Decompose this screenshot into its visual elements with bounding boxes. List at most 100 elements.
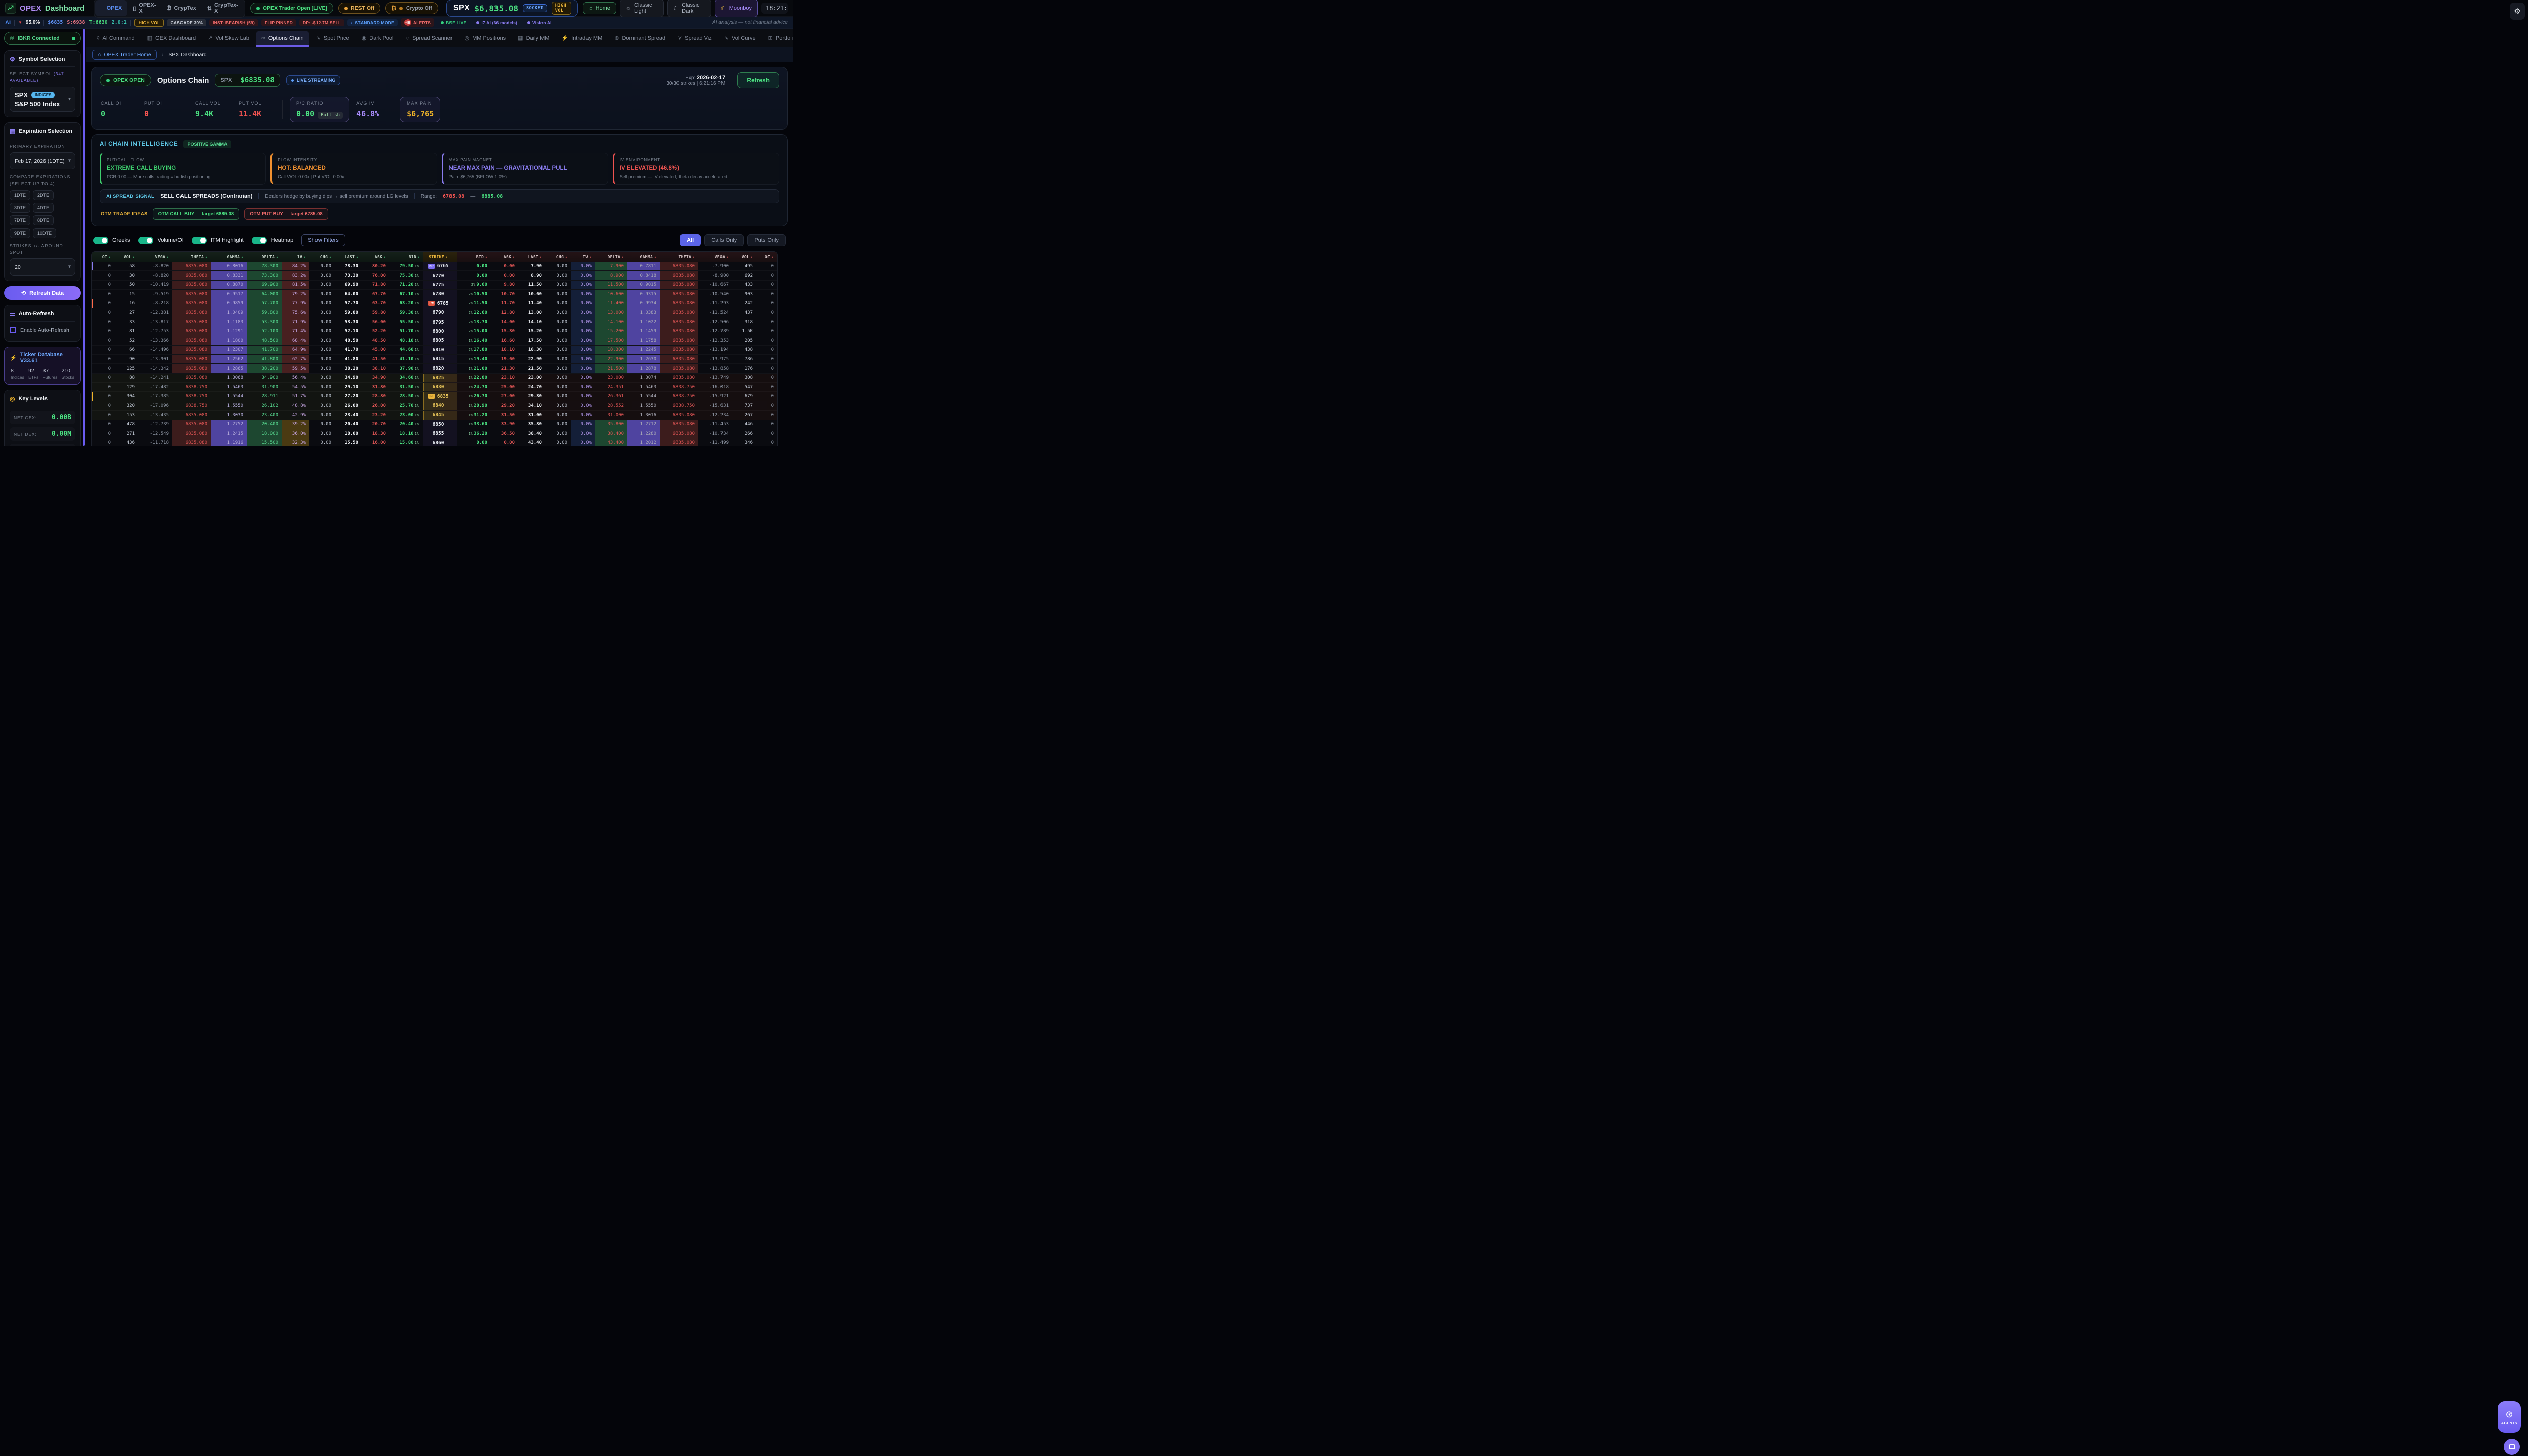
- tab-dominant-spread[interactable]: ⊚Dominant Spread: [609, 30, 671, 47]
- col-header-strike[interactable]: STRIKE▴: [423, 252, 457, 262]
- breadcrumb-home[interactable]: ⌂ OPEX Trader Home: [92, 50, 157, 60]
- rest-toggle[interactable]: REST Off: [338, 3, 380, 14]
- product-tab-cryptex-x[interactable]: ⇅CrypTex-X: [202, 0, 244, 16]
- col-header-call-chg[interactable]: CHG▴: [309, 252, 335, 262]
- strikes-select[interactable]: 20 ▾: [10, 258, 75, 276]
- otm-idea-otm-call-buy[interactable]: OTM CALL BUY — target 6885.08: [153, 208, 240, 220]
- table-row[interactable]: 027-12.3816835.0801.040959.80075.6%0.005…: [92, 308, 777, 317]
- dte-chip-9dte[interactable]: 9DTE: [10, 228, 30, 238]
- col-header-call-theta[interactable]: THETA▴: [172, 252, 211, 262]
- col-header-call-ask[interactable]: ASK▴: [362, 252, 389, 262]
- toggle-switch[interactable]: [252, 237, 267, 244]
- col-header-call-bid[interactable]: BID▴: [389, 252, 423, 262]
- tab-vol-skew-lab[interactable]: ↗Vol Skew Lab: [202, 30, 255, 47]
- col-header-put-theta[interactable]: THETA▴: [660, 252, 698, 262]
- table-row[interactable]: 066-14.4966835.0801.230741.70064.9%0.004…: [92, 346, 777, 355]
- table-row[interactable]: 081-12.7536835.0801.129152.10071.4%0.005…: [92, 327, 777, 336]
- table-row[interactable]: 0304-17.3856838.7501.554428.91151.7%0.00…: [92, 392, 777, 401]
- tab-gex-dashboard[interactable]: ▥GEX Dashboard: [142, 30, 202, 47]
- symbol-select[interactable]: SPX INDICES S&P 500 Index ▾: [10, 87, 75, 112]
- table-row[interactable]: 0436-11.7186835.0801.191615.50032.3%0.00…: [92, 438, 777, 446]
- chat-floating-button[interactable]: [2504, 1439, 2520, 1455]
- tab-vol-curve[interactable]: ∿Vol Curve: [718, 30, 761, 47]
- product-tab-cryptex[interactable]: ₿CrypTex: [162, 0, 202, 16]
- tab-dark-pool[interactable]: ◉Dark Pool: [356, 30, 399, 47]
- view-button-puts-only[interactable]: Puts Only: [747, 234, 786, 246]
- tab-daily-mm[interactable]: ▦Daily MM: [512, 30, 555, 47]
- col-header-call-gamma[interactable]: GAMMA▴: [211, 252, 247, 262]
- table-row[interactable]: 015-9.5196835.0800.951764.00079.2%0.0064…: [92, 290, 777, 299]
- table-row[interactable]: 088-14.2416835.0801.306834.90056.4%0.003…: [92, 374, 777, 383]
- view-button-calls-only[interactable]: Calls Only: [704, 234, 744, 246]
- table-row[interactable]: 0271-12.5496835.0801.241518.00036.0%0.00…: [92, 429, 777, 438]
- table-row[interactable]: 0129-17.4826838.7501.546331.90054.5%0.00…: [92, 383, 777, 392]
- primary-expiration-select[interactable]: Feb 17, 2026 (1DTE) ▾: [10, 152, 75, 169]
- toggle-switch[interactable]: [93, 237, 108, 244]
- view-button-all[interactable]: All: [680, 234, 701, 246]
- agents-floating-button[interactable]: ⊛ AGENTS: [2498, 1401, 2521, 1433]
- col-header-put-bid[interactable]: BID▴: [457, 252, 491, 262]
- col-header-put-ask[interactable]: ASK▴: [491, 252, 518, 262]
- table-row[interactable]: 0320-17.0966838.7501.555026.10248.8%0.00…: [92, 401, 777, 411]
- crypto-toggle[interactable]: ₿ Crypto Off: [385, 2, 438, 14]
- table-row[interactable]: 030-8.8206835.0800.833173.30083.2%0.0073…: [92, 271, 777, 280]
- theme-button-classic-light[interactable]: ☼Classic Light: [620, 0, 664, 17]
- theme-button-moonboy[interactable]: ☾Moonboy: [715, 0, 758, 17]
- tab-spot-price[interactable]: ∿Spot Price: [310, 30, 355, 47]
- col-header-put-chg[interactable]: CHG▴: [546, 252, 571, 262]
- tab-spread-scanner[interactable]: ◌Spread Scanner: [400, 31, 458, 47]
- tab-spread-viz[interactable]: ⋎Spread Viz: [672, 30, 717, 47]
- toggle-switch[interactable]: [138, 237, 153, 244]
- otm-idea-otm-put-buy-[interactable]: OTM PUT BUY — target 6785.08: [244, 208, 328, 220]
- table-row[interactable]: 0125-14.3426835.0801.286538.20059.5%0.00…: [92, 364, 777, 373]
- dte-chip-10dte[interactable]: 10DTE: [33, 228, 56, 238]
- col-header-put-vega[interactable]: VEGA▴: [698, 252, 732, 262]
- col-header-put-vol[interactable]: VOL▴: [732, 252, 756, 262]
- show-filters-button[interactable]: Show Filters: [301, 234, 345, 246]
- table-row[interactable]: 052-13.3666835.0801.180048.50068.4%0.004…: [92, 336, 777, 345]
- toggle-heatmap[interactable]: Heatmap: [252, 237, 294, 244]
- tab-options-chain[interactable]: ∞Options Chain: [256, 31, 309, 47]
- table-row[interactable]: 050-10.4196835.0800.887069.90081.5%0.006…: [92, 281, 777, 290]
- product-tab-opex[interactable]: ≡OPEX: [95, 0, 127, 16]
- dte-chip-1dte[interactable]: 1DTE: [10, 190, 30, 200]
- tab-intraday-mm[interactable]: ⚡Intraday MM: [556, 30, 608, 47]
- theme-button-classic-dark[interactable]: ☾Classic Dark: [667, 0, 711, 17]
- refresh-button[interactable]: Refresh: [737, 72, 779, 88]
- dte-chip-4dte[interactable]: 4DTE: [33, 203, 54, 213]
- refresh-data-button[interactable]: ⟲ Refresh Data: [4, 286, 81, 300]
- col-header-put-oi[interactable]: OI▴: [756, 252, 777, 262]
- table-row[interactable]: 090-13.9016835.0801.256241.80062.7%0.004…: [92, 355, 777, 364]
- col-header-put-gamma[interactable]: GAMMA▴: [627, 252, 660, 262]
- tab-mm-positions[interactable]: ◎MM Positions: [459, 30, 512, 47]
- table-row[interactable]: 0153-13.4356835.0801.303023.40042.9%0.00…: [92, 411, 777, 420]
- dte-chip-7dte[interactable]: 7DTE: [10, 215, 30, 225]
- table-row[interactable]: 033-13.8176835.0801.118353.30071.9%0.005…: [92, 317, 777, 327]
- toggle-greeks[interactable]: Greeks: [93, 237, 130, 244]
- tab-portfolio-greeks[interactable]: ⊞Portfolio Greeks: [762, 30, 793, 47]
- sidebar-scrollbar[interactable]: [83, 29, 85, 446]
- col-header-put-delta[interactable]: DELTA▴: [595, 252, 627, 262]
- col-header-call-vega[interactable]: VEGA▴: [139, 252, 172, 262]
- dte-chip-2dte[interactable]: 2DTE: [33, 190, 54, 200]
- col-header-call-iv[interactable]: IV▴: [282, 252, 309, 262]
- toggle-itm-highlight[interactable]: ITM Highlight: [192, 237, 244, 244]
- settings-button[interactable]: ⚙: [2510, 3, 2525, 20]
- table-row[interactable]: 0478-12.7396835.0801.275220.40039.2%0.00…: [92, 420, 777, 429]
- col-header-put-iv[interactable]: IV▴: [571, 252, 595, 262]
- col-header-call-last[interactable]: LAST▴: [335, 252, 362, 262]
- home-button[interactable]: ⌂ Home: [583, 2, 616, 14]
- table-row[interactable]: 058-8.8206835.0800.801678.30084.2%0.0078…: [92, 262, 777, 271]
- toggle-switch[interactable]: [192, 237, 207, 244]
- dte-chip-3dte[interactable]: 3DTE: [10, 203, 30, 213]
- tab-ai-command[interactable]: ◊AI Command: [91, 31, 141, 47]
- dte-chip-8dte[interactable]: 8DTE: [33, 215, 54, 225]
- col-header-call-oi[interactable]: OI▴: [92, 252, 114, 262]
- product-tab-opex-x[interactable]: ▯OPEX-X: [127, 0, 161, 16]
- col-header-put-last[interactable]: LAST▴: [518, 252, 546, 262]
- enable-auto-refresh[interactable]: Enable Auto-Refresh: [10, 326, 75, 336]
- toggle-volume-oi[interactable]: Volume/OI: [138, 237, 183, 244]
- status-chip-alerts[interactable]: 48ALERTS: [401, 18, 434, 27]
- checkbox[interactable]: [10, 327, 16, 333]
- col-header-call-vol[interactable]: VOL▴: [114, 252, 139, 262]
